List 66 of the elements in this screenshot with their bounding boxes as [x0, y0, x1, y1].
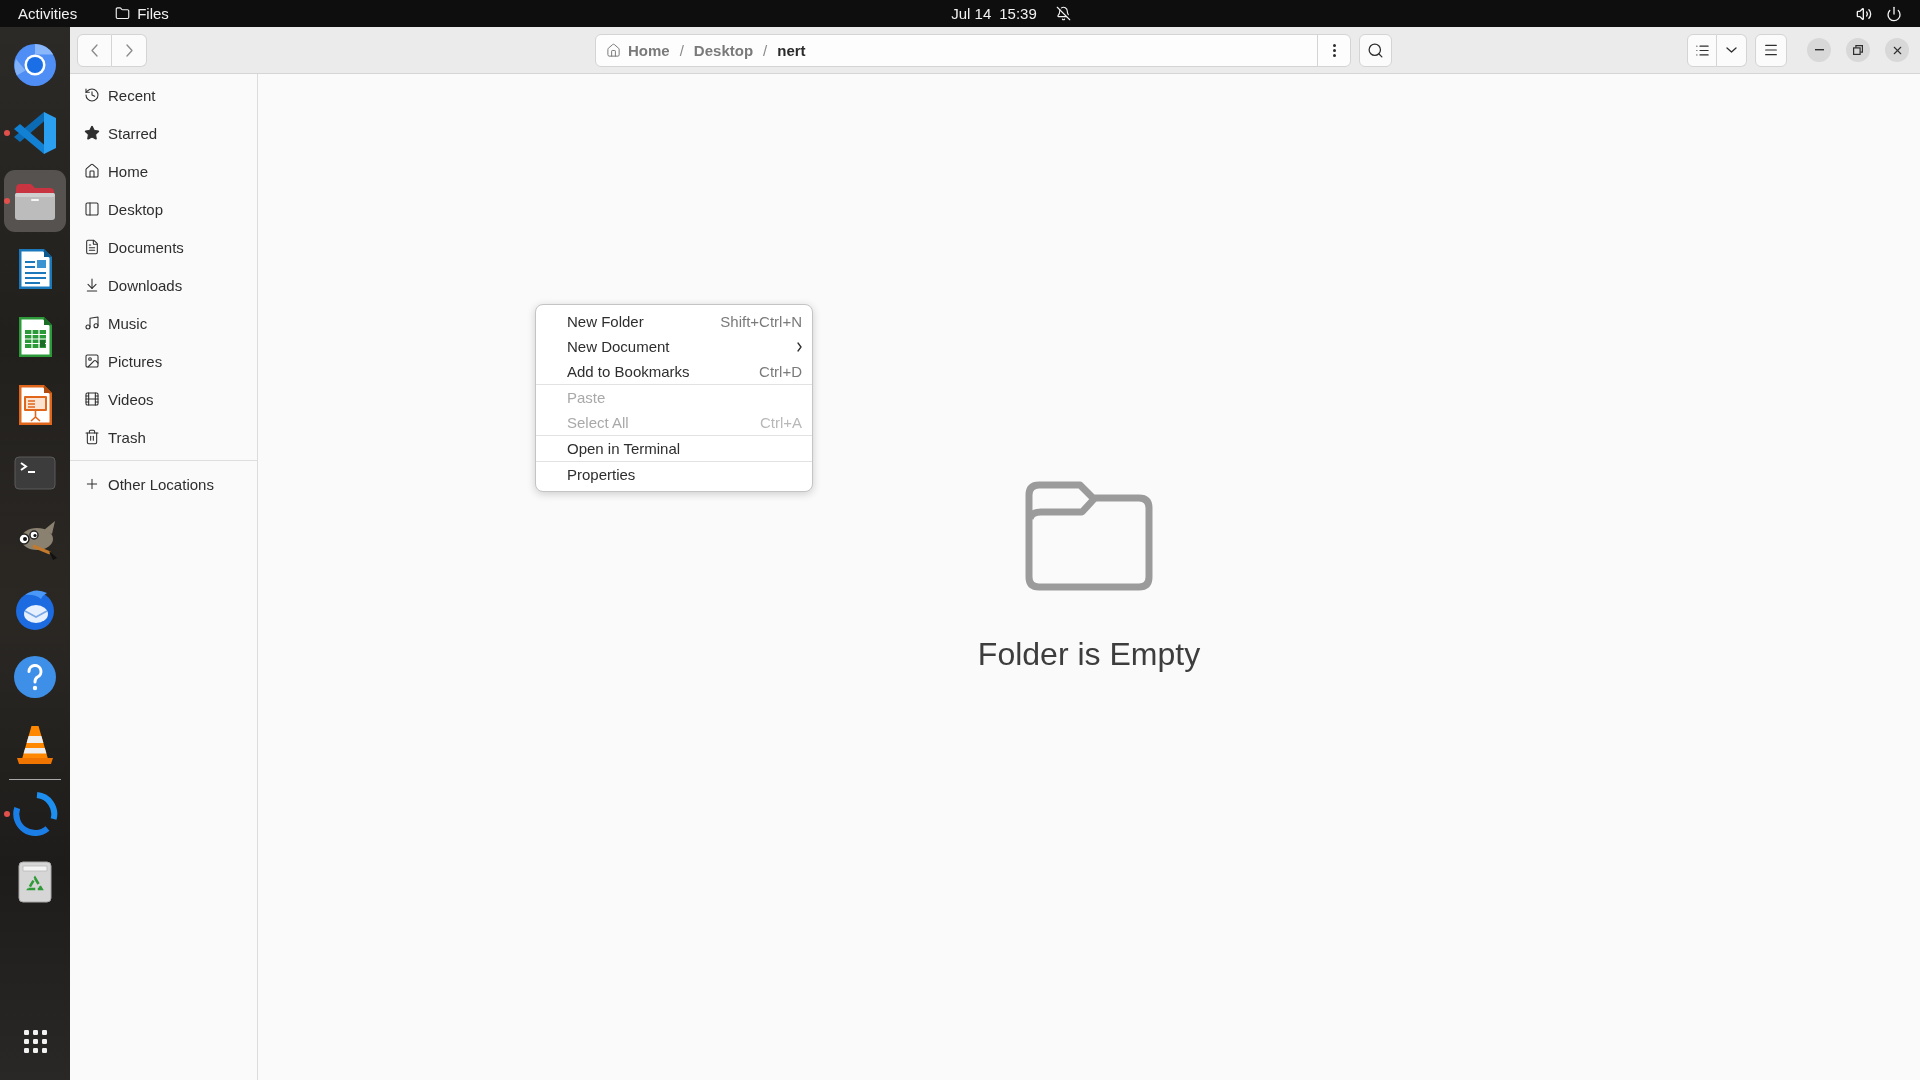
- sidebar-item[interactable]: Desktop: [70, 190, 257, 228]
- minimize-button[interactable]: [1807, 38, 1831, 62]
- document-icon: [84, 239, 100, 255]
- path-separator: /: [679, 41, 684, 59]
- desktop-icon: [84, 201, 100, 217]
- notifications-off-icon[interactable]: [1055, 6, 1071, 21]
- chevron-left-icon: [91, 43, 98, 57]
- sidebar-item[interactable]: Pictures: [70, 342, 257, 380]
- search-icon: [1367, 41, 1384, 59]
- sync-ring-icon[interactable]: [11, 790, 59, 838]
- time-text[interactable]: 15:39: [999, 5, 1037, 22]
- minimize-icon: [1814, 49, 1824, 51]
- menu-item[interactable]: New Document: [536, 334, 812, 359]
- home-icon: [84, 163, 100, 179]
- menu-item[interactable]: New Folder Shift+Ctrl+N: [536, 309, 812, 334]
- download-icon: [84, 277, 100, 293]
- sidebar-item[interactable]: Downloads: [70, 266, 257, 304]
- search-button[interactable]: [1359, 33, 1392, 67]
- film-icon: [84, 391, 100, 407]
- folder-icon: [115, 6, 131, 21]
- volume-icon[interactable]: [1856, 5, 1872, 22]
- plus-icon: [84, 476, 100, 492]
- home-icon: [606, 42, 621, 58]
- path-crumb[interactable]: Home: [604, 41, 672, 59]
- sidebar-item[interactable]: Videos: [70, 380, 257, 418]
- sidebar-item[interactable]: Trash: [70, 418, 257, 456]
- restore-icon: [1853, 45, 1863, 55]
- app-grid-icon[interactable]: [23, 1029, 47, 1053]
- sidebar-item[interactable]: Documents: [70, 228, 257, 266]
- sidebar-item[interactable]: Starred: [70, 114, 257, 152]
- path-crumb[interactable]: nert: [775, 41, 808, 59]
- path-separator: /: [763, 41, 768, 59]
- path-crumb[interactable]: Desktop: [691, 41, 756, 59]
- keyboard-shortcut: Ctrl+D: [759, 363, 802, 380]
- date-text[interactable]: Jul 14: [951, 5, 992, 22]
- list-view-button[interactable]: [1687, 33, 1717, 67]
- sidebar-item[interactable]: Home: [70, 152, 257, 190]
- activities-button[interactable]: Activities: [18, 5, 78, 22]
- chevron-right-icon: [125, 43, 133, 57]
- chevron-down-icon: [1726, 47, 1737, 53]
- restore-button[interactable]: [1846, 38, 1870, 62]
- menu-item[interactable]: Properties: [536, 462, 812, 487]
- folder-app-icon[interactable]: [4, 170, 66, 232]
- sidebar-item[interactable]: Other Locations: [70, 465, 257, 503]
- menu-item[interactable]: Add to Bookmarks Ctrl+D: [536, 359, 812, 384]
- sidebar-item[interactable]: Music: [70, 304, 257, 342]
- empty-folder-icon: [1025, 480, 1153, 591]
- help-icon[interactable]: [11, 653, 59, 701]
- main-menu-button[interactable]: [1755, 33, 1787, 67]
- empty-folder-message: Folder is Empty: [977, 634, 1201, 674]
- keyboard-shortcut: Ctrl+A: [759, 414, 802, 431]
- close-button[interactable]: [1885, 38, 1909, 62]
- app-menu-button[interactable]: Files: [115, 5, 169, 22]
- menu-item[interactable]: Open in Terminal: [536, 436, 812, 461]
- recent-icon: [84, 87, 100, 103]
- trash-icon: [84, 429, 100, 445]
- vertical-dots-icon: [1332, 43, 1336, 57]
- power-icon[interactable]: [1886, 5, 1902, 22]
- menu-icon: [1763, 42, 1779, 58]
- sidebar-item[interactable]: Recent: [70, 76, 257, 114]
- keyboard-shortcut: Shift+Ctrl+N: [720, 313, 802, 330]
- browser-icon[interactable]: [11, 41, 59, 89]
- image-icon: [84, 353, 100, 369]
- star-icon: [84, 125, 100, 141]
- list-view-icon: [1694, 42, 1710, 58]
- music-note-icon: [84, 315, 100, 331]
